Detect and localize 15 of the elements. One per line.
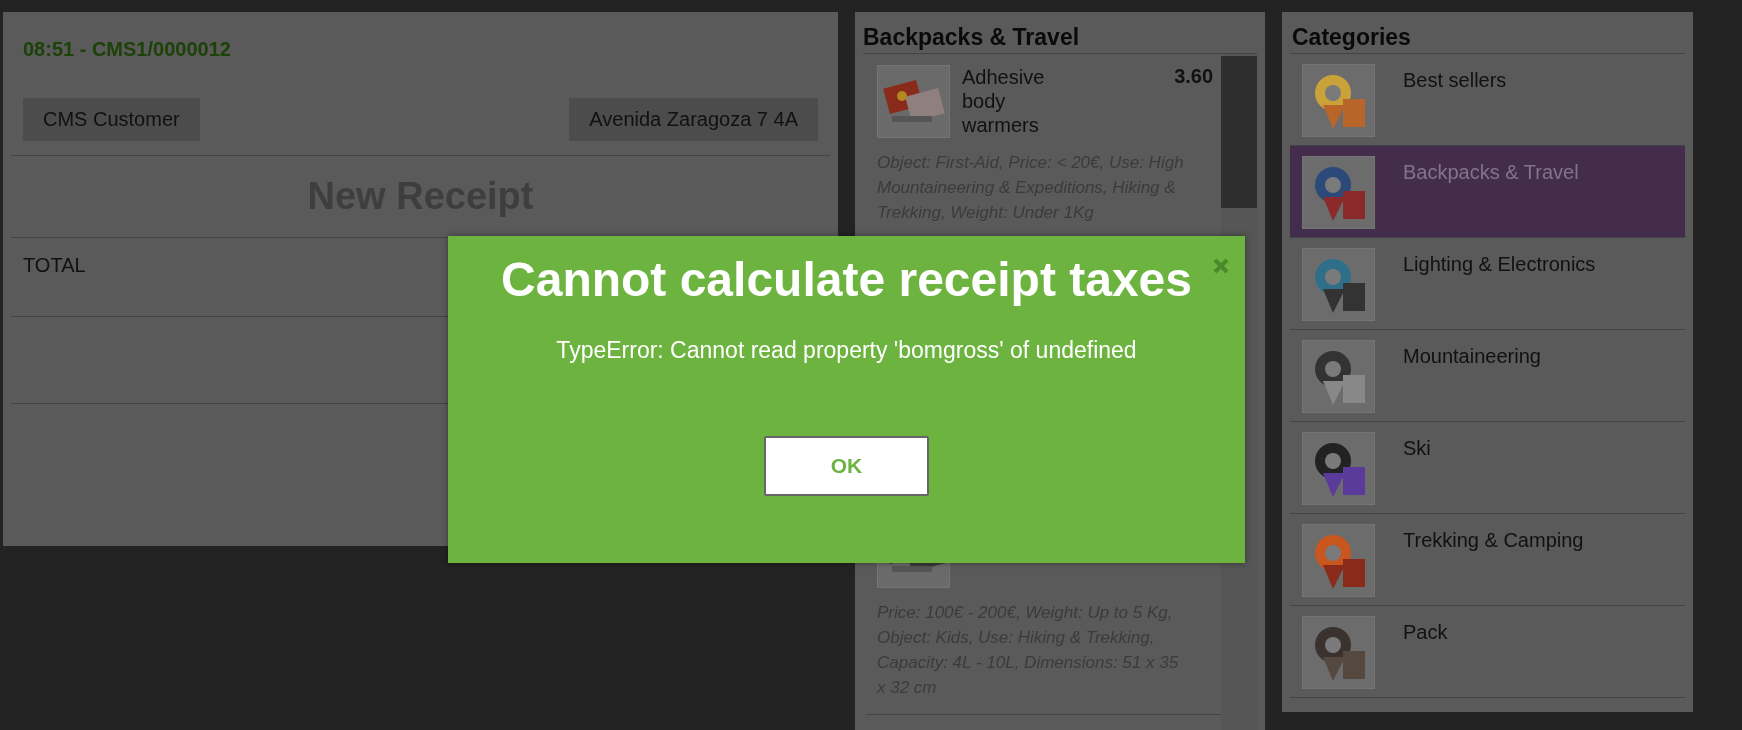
category-label: Mountaineering <box>1403 344 1541 369</box>
receipt-title: 08:51 - CMS1/0000012 <box>22 37 232 62</box>
categories-title: Categories <box>1290 12 1685 54</box>
category-label: Trekking & Camping <box>1403 528 1584 553</box>
products-title: Backpacks & Travel <box>863 12 1257 54</box>
dialog-title: Cannot calculate receipt taxes <box>501 252 1192 307</box>
category-label: Ski <box>1403 436 1431 461</box>
product-price: 3.60 <box>1174 65 1214 89</box>
category-label: Backpacks & Travel <box>1403 160 1579 185</box>
dialog-message: TypeError: Cannot read property 'bomgross' of undefined <box>556 337 1137 364</box>
category-label: Pack <box>1403 620 1448 645</box>
category-label: Best sellers <box>1403 68 1507 93</box>
total-label: TOTAL <box>23 254 86 276</box>
category-label: Lighting & Electronics <box>1403 252 1596 277</box>
product-name: Adhesive body warmers <box>962 65 1046 138</box>
